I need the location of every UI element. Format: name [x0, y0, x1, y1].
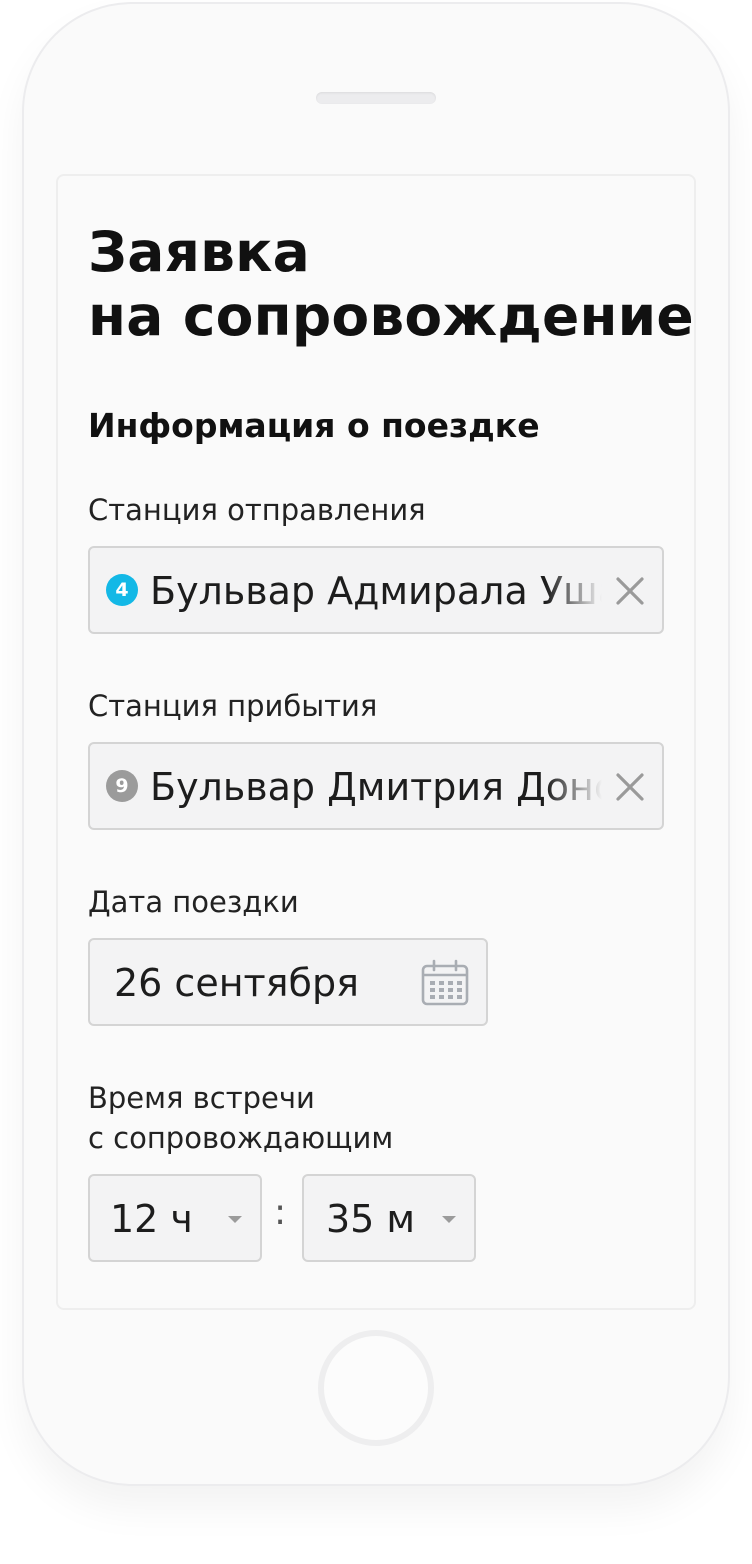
section-heading: Информация о поездке	[88, 406, 540, 445]
minutes-value: 35 м	[326, 1197, 416, 1241]
calendar-icon[interactable]	[420, 958, 470, 1008]
chevron-down-icon	[228, 1216, 242, 1223]
metro-line-badge: 9	[106, 770, 138, 802]
meeting-time-label: Время встречи с сопровождающим	[88, 1078, 393, 1158]
chevron-down-icon	[442, 1216, 456, 1223]
home-button[interactable]	[318, 1330, 434, 1446]
page-title-line2: на сопровождение	[88, 284, 694, 348]
metro-line-badge: 4	[106, 574, 138, 606]
page-title-line1: Заявка	[88, 220, 310, 284]
phone-speaker	[316, 92, 436, 104]
close-icon[interactable]	[610, 767, 650, 807]
time-separator: :	[274, 1192, 287, 1233]
arrival-station-value: Бульвар Дмитрия Донского	[150, 765, 606, 809]
hours-select[interactable]: 12 ч	[88, 1174, 262, 1262]
departure-station-input[interactable]: 4 Бульвар Адмирала Ушакова	[88, 546, 664, 634]
close-icon[interactable]	[610, 571, 650, 611]
text-fade-overlay	[546, 548, 612, 632]
date-value: 26 сентября	[114, 961, 359, 1005]
page-title: Заявка на сопровождение	[88, 220, 694, 348]
departure-station-value: Бульвар Адмирала Ушакова	[150, 569, 606, 613]
meeting-time-label-line2: с сопровождающим	[88, 1121, 394, 1155]
arrival-station-input[interactable]: 9 Бульвар Дмитрия Донского	[88, 742, 664, 830]
date-input[interactable]: 26 сентября	[88, 938, 488, 1026]
date-label: Дата поездки	[88, 885, 299, 919]
minutes-select[interactable]: 35 м	[302, 1174, 476, 1262]
hours-value: 12 ч	[110, 1197, 193, 1241]
meeting-time-label-line1: Время встречи	[88, 1081, 315, 1115]
text-fade-overlay	[546, 744, 612, 828]
arrival-label: Станция прибытия	[88, 689, 378, 723]
departure-label: Станция отправления	[88, 493, 426, 527]
